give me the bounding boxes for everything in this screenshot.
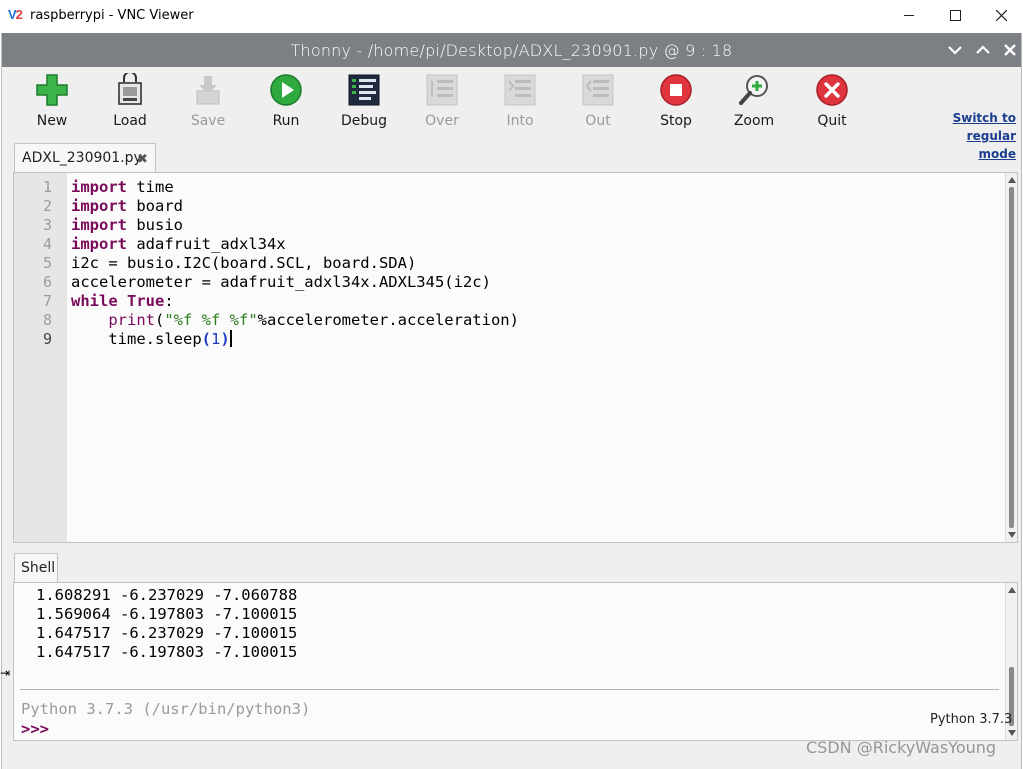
line-number: 5 [42, 254, 52, 272]
shell-prompt[interactable]: >>> [21, 720, 49, 738]
line-number: 4 [42, 235, 52, 253]
line-number: 2 [42, 197, 52, 215]
shell-output-line: 1.647517 -6.237029 -7.100015 [36, 624, 298, 642]
stop-icon [660, 74, 692, 106]
toolbar: New Load Save Run Debug Over Into Out St… [2, 67, 1021, 161]
close-icon [995, 9, 1007, 21]
thonny-minimize-button[interactable] [945, 41, 965, 59]
run-icon [270, 74, 302, 106]
load-button[interactable]: Load [95, 73, 165, 137]
quit-icon [816, 74, 848, 106]
step-over-icon [426, 74, 458, 106]
window-title: raspberrypi - VNC Viewer [30, 8, 194, 23]
load-icon [118, 73, 142, 105]
shell-output-line: 1.608291 -6.237029 -7.060788 [36, 586, 298, 604]
code-line[interactable]: while True: [71, 292, 174, 311]
shell-output-line: 1.647517 -6.197803 -7.100015 [36, 643, 298, 661]
line-number: 3 [42, 216, 52, 234]
thonny-maximize-button[interactable] [973, 41, 993, 59]
editor-tab[interactable]: ADXL_230901.py ✖ [14, 143, 156, 173]
code-line[interactable]: print("%f %f %f"%accelerometer.accelerat… [71, 311, 519, 330]
step-out-button[interactable]: Out [563, 73, 633, 137]
vnc-logo-icon: V2 [8, 7, 23, 22]
close-tab-icon[interactable]: ✖ [137, 151, 148, 167]
resize-cursor-icon: ⇥ [0, 666, 11, 680]
zoom-button[interactable]: Zoom [719, 73, 789, 137]
step-out-icon [582, 74, 614, 106]
line-number: 1 [42, 178, 52, 196]
stop-button[interactable]: Stop [641, 73, 711, 137]
line-number: 8 [42, 311, 52, 329]
debug-button[interactable]: Debug [329, 73, 399, 137]
debug-icon [348, 74, 380, 106]
editor-scrollbar[interactable] [1005, 173, 1017, 542]
scroll-up-arrow-icon[interactable] [1008, 587, 1016, 593]
code-line[interactable]: import adafruit_adxl34x [71, 235, 286, 254]
chevron-up-icon [976, 45, 990, 54]
step-into-button[interactable]: Into [485, 73, 555, 137]
minimize-button[interactable] [886, 0, 932, 30]
interpreter-status[interactable]: Python 3.7.3 [930, 712, 1012, 727]
code-line[interactable]: accelerometer = adafruit_adxl34x.ADXL345… [71, 273, 491, 292]
editor-tab-label: ADXL_230901.py [22, 150, 142, 166]
watermark: CSDN @RickyWasYoung [806, 738, 997, 757]
zoom-icon [739, 75, 768, 105]
quit-button[interactable]: Quit [797, 73, 867, 137]
shell-tab-label: Shell [21, 560, 56, 576]
shell-python-version: Python 3.7.3 (/usr/bin/python3) [21, 700, 311, 718]
close-icon [1004, 44, 1016, 56]
run-button[interactable]: Run [251, 73, 321, 137]
maximize-button[interactable] [932, 0, 978, 30]
step-into-icon [504, 74, 536, 106]
shell-panel[interactable]: 1.608291 -6.237029 -7.060788 1.569064 -6… [13, 582, 1018, 741]
line-number-current: 9 [42, 330, 52, 348]
shell-tab[interactable]: Shell [14, 553, 58, 583]
thonny-titlebar: Thonny - /home/pi/Desktop/ADXL_230901.py… [2, 33, 1021, 67]
thonny-window: Thonny - /home/pi/Desktop/ADXL_230901.py… [1, 33, 1022, 769]
line-number: 7 [42, 292, 52, 310]
vnc-window-titlebar: V2 raspberrypi - VNC Viewer [0, 0, 1023, 32]
code-line[interactable]: import board [71, 197, 183, 216]
code-line[interactable]: import time [71, 178, 174, 197]
chevron-down-icon [948, 46, 962, 55]
save-icon [196, 76, 220, 105]
text-cursor [229, 330, 232, 347]
code-line[interactable]: import busio [71, 216, 183, 235]
shell-divider [20, 689, 999, 690]
scroll-down-arrow-icon[interactable] [1008, 730, 1016, 736]
new-button[interactable]: New [17, 73, 87, 137]
scrollbar-thumb[interactable] [1009, 187, 1014, 528]
thonny-close-button[interactable] [1000, 41, 1020, 59]
switch-to-regular-mode-link[interactable]: Switch to regular mode [942, 109, 1016, 163]
shell-output-line: 1.569064 -6.197803 -7.100015 [36, 605, 298, 623]
code-line[interactable]: time.sleep(1) [71, 330, 232, 349]
scroll-up-arrow-icon[interactable] [1008, 177, 1016, 183]
save-button[interactable]: Save [173, 73, 243, 137]
scroll-down-arrow-icon[interactable] [1008, 532, 1016, 538]
code-editor[interactable]: 1 2 3 4 5 6 7 8 9 import time import boar… [13, 172, 1018, 543]
close-button[interactable] [978, 0, 1023, 30]
step-over-button[interactable]: Over [407, 73, 477, 137]
thonny-title: Thonny - /home/pi/Desktop/ADXL_230901.py… [290, 41, 733, 60]
line-number: 6 [42, 273, 52, 291]
code-line[interactable]: i2c = busio.I2C(board.SCL, board.SDA) [71, 254, 416, 273]
new-file-icon [36, 74, 68, 106]
line-number-gutter: 1 2 3 4 5 6 7 8 9 [14, 173, 67, 542]
